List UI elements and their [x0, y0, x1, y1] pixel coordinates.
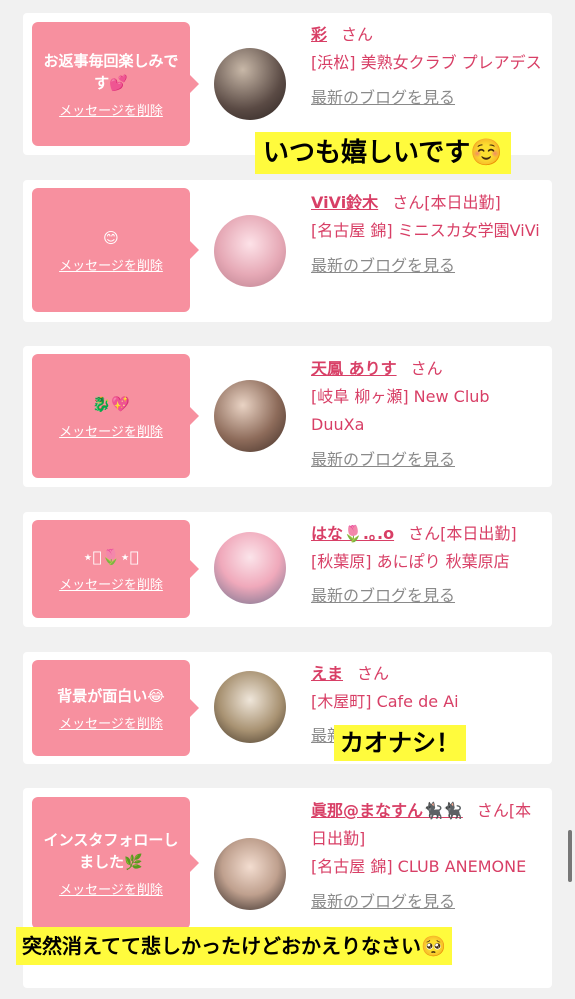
- caption-overlay: カオナシ！: [334, 725, 466, 761]
- message-text: 背景が面白い😂: [57, 686, 165, 705]
- honorific: さん: [357, 664, 390, 683]
- shop-name: [名古屋 錦] CLUB ANEMONE: [311, 857, 527, 876]
- message-bubble: お返事毎回楽しみです💕 メッセージを削除: [32, 22, 199, 146]
- avatar[interactable]: [214, 532, 286, 604]
- shop-name: [岐阜 柳ヶ瀬] New Club DuuXa: [311, 387, 490, 434]
- message-bubble: インスタフォローしました🌿 メッセージを削除: [32, 797, 199, 929]
- honorific: さん: [408, 524, 441, 543]
- blog-link[interactable]: 最新のブログを見る: [311, 252, 547, 280]
- cast-name-link[interactable]: 彩: [311, 25, 327, 44]
- message-text: 😊: [103, 228, 119, 247]
- cast-name-link[interactable]: 眞那@まなすん🐈‍⬛🐈‍⬛: [311, 801, 463, 820]
- message-bubble: 😊 メッセージを削除: [32, 188, 199, 312]
- message-text: 🐉💖: [92, 394, 130, 413]
- delete-message-link[interactable]: メッセージを削除: [59, 255, 163, 274]
- avatar[interactable]: [214, 48, 286, 120]
- message-bubble: ⋆͛🌷⋆͛ メッセージを削除: [32, 520, 199, 618]
- honorific: さん: [392, 193, 425, 212]
- honorific: さん: [476, 801, 509, 820]
- shop-name: [木屋町] Cafe de Ai: [311, 692, 459, 711]
- message-card: ⋆͛🌷⋆͛ メッセージを削除 はな🌷.｡.o さん[本日出勤] [秋葉原] あにぽ…: [23, 512, 552, 627]
- blog-link[interactable]: 最新のブログを見る: [311, 888, 547, 916]
- message-bubble: 背景が面白い😂 メッセージを削除: [32, 660, 199, 756]
- message-card: 😊 メッセージを削除 ViVi鈴木 さん[本日出勤] [名古屋 錦] ミニスカ女学…: [23, 180, 552, 322]
- attendance-status: [本日出勤]: [424, 193, 501, 212]
- cast-name-link[interactable]: はな🌷.｡.o: [311, 524, 394, 543]
- message-text: ⋆͛🌷⋆͛: [83, 547, 139, 566]
- blog-link[interactable]: 最新のブログを見る: [311, 582, 547, 610]
- avatar[interactable]: [214, 838, 286, 910]
- caption-overlay: いつも嬉しいです☺️: [255, 132, 511, 174]
- cast-name-link[interactable]: ViVi鈴木: [311, 193, 378, 212]
- delete-message-link[interactable]: メッセージを削除: [59, 100, 163, 119]
- avatar[interactable]: [214, 215, 286, 287]
- attendance-status: [本日出勤]: [440, 524, 517, 543]
- scrollbar[interactable]: [568, 830, 572, 882]
- avatar[interactable]: [214, 380, 286, 452]
- delete-message-link[interactable]: メッセージを削除: [59, 421, 163, 440]
- cast-name-link[interactable]: 天鳳 ありす: [311, 359, 397, 378]
- delete-message-link[interactable]: メッセージを削除: [59, 879, 163, 898]
- delete-message-link[interactable]: メッセージを削除: [59, 574, 163, 593]
- blog-link[interactable]: 最新のブログを見る: [311, 446, 547, 474]
- cast-name-link[interactable]: えま: [311, 664, 343, 683]
- honorific: さん: [341, 25, 374, 44]
- message-card: 🐉💖 メッセージを削除 天鳳 ありす さん [岐阜 柳ヶ瀬] New Club D…: [23, 346, 552, 487]
- honorific: さん: [410, 359, 443, 378]
- shop-name: [秋葉原] あにぽり 秋葉原店: [311, 552, 510, 571]
- message-bubble: 🐉💖 メッセージを削除: [32, 354, 199, 478]
- shop-name: [名古屋 錦] ミニスカ女学園ViVi: [311, 221, 540, 240]
- avatar[interactable]: [214, 671, 286, 743]
- message-text: お返事毎回楽しみです💕: [43, 51, 179, 92]
- caption-overlay: 突然消えてて悲しかったけどおかえりなさい🥺: [16, 927, 452, 965]
- message-card: 背景が面白い😂 メッセージを削除 えまさん [木屋町] Cafe de Ai 最…: [23, 652, 552, 764]
- message-text: インスタフォローしました🌿: [43, 830, 179, 871]
- blog-link[interactable]: 最新のブログを見る: [311, 84, 547, 112]
- delete-message-link[interactable]: メッセージを削除: [59, 713, 163, 732]
- shop-name: [浜松] 美熟女クラブ プレアデス: [311, 53, 542, 72]
